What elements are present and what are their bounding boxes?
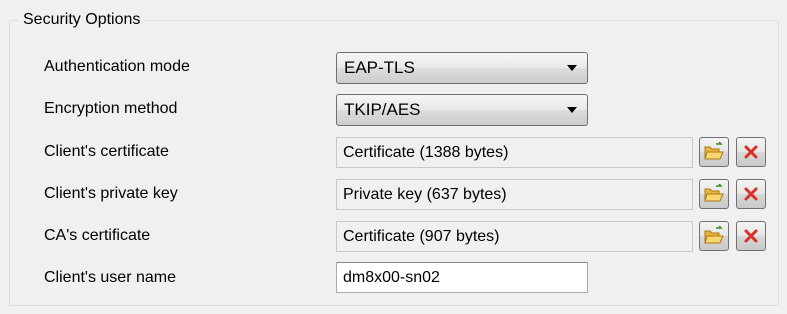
encryption-method-label: Encryption method	[44, 100, 178, 117]
folder-open-icon	[704, 184, 724, 202]
client-private-key-delete-button[interactable]	[736, 179, 766, 209]
client-user-name-input[interactable]: dm8x00-sn02	[336, 262, 588, 293]
encryption-method-value: TKIP/AES	[344, 100, 421, 119]
folder-open-icon	[704, 226, 724, 244]
delete-x-icon	[744, 145, 758, 159]
delete-x-icon	[744, 229, 758, 243]
client-private-key-label: Client's private key	[44, 185, 178, 202]
authentication-mode-select[interactable]: EAP-TLS	[336, 52, 588, 84]
ca-certificate-delete-button[interactable]	[736, 221, 766, 251]
chevron-down-icon	[567, 107, 577, 113]
client-private-key-field: Private key (637 bytes)	[336, 179, 693, 210]
group-title: Security Options	[18, 9, 146, 31]
client-certificate-open-button[interactable]	[699, 137, 729, 167]
delete-x-icon	[744, 187, 758, 201]
authentication-mode-label: Authentication mode	[44, 58, 190, 75]
client-certificate-delete-button[interactable]	[736, 137, 766, 167]
ca-certificate-label: CA's certificate	[44, 227, 151, 244]
encryption-method-select[interactable]: TKIP/AES	[336, 94, 588, 126]
client-certificate-field: Certificate (1388 bytes)	[336, 137, 693, 168]
client-user-name-label: Client's user name	[44, 269, 176, 286]
folder-open-icon	[704, 142, 724, 160]
chevron-down-icon	[567, 65, 577, 71]
ca-certificate-field: Certificate (907 bytes)	[336, 221, 693, 252]
ca-certificate-open-button[interactable]	[699, 221, 729, 251]
client-private-key-open-button[interactable]	[699, 179, 729, 209]
client-certificate-label: Client's certificate	[44, 143, 169, 160]
authentication-mode-value: EAP-TLS	[344, 58, 415, 77]
